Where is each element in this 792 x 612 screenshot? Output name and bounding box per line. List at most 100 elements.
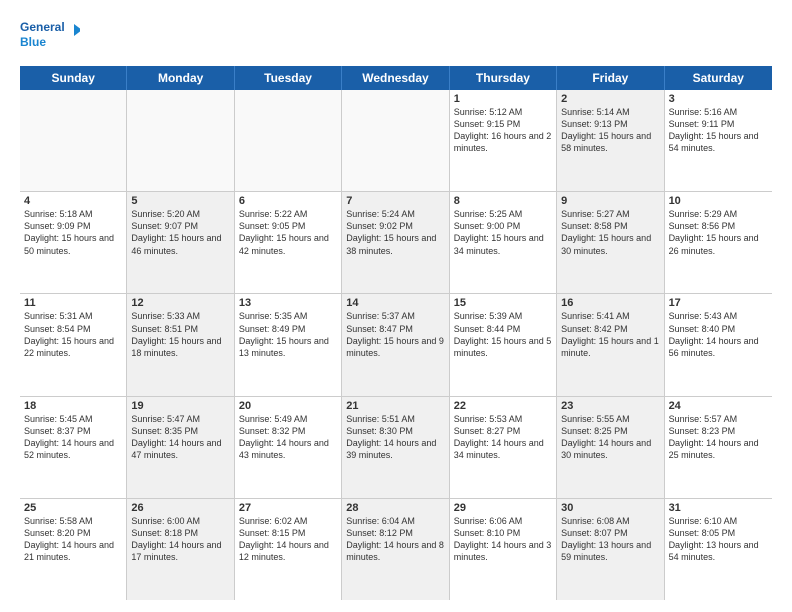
week-row-4: 25Sunrise: 5:58 AM Sunset: 8:20 PM Dayli… — [20, 499, 772, 600]
day-info: Sunrise: 6:10 AM Sunset: 8:05 PM Dayligh… — [669, 515, 768, 564]
day-info: Sunrise: 5:24 AM Sunset: 9:02 PM Dayligh… — [346, 208, 444, 257]
day-info: Sunrise: 5:25 AM Sunset: 9:00 PM Dayligh… — [454, 208, 552, 257]
day-cell-22: 22Sunrise: 5:53 AM Sunset: 8:27 PM Dayli… — [450, 397, 557, 498]
day-cell-27: 27Sunrise: 6:02 AM Sunset: 8:15 PM Dayli… — [235, 499, 342, 600]
day-cell-21: 21Sunrise: 5:51 AM Sunset: 8:30 PM Dayli… — [342, 397, 449, 498]
day-cell-3: 3Sunrise: 5:16 AM Sunset: 9:11 PM Daylig… — [665, 90, 772, 191]
day-info: Sunrise: 6:02 AM Sunset: 8:15 PM Dayligh… — [239, 515, 337, 564]
day-number: 21 — [346, 400, 444, 412]
day-cell-8: 8Sunrise: 5:25 AM Sunset: 9:00 PM Daylig… — [450, 192, 557, 293]
header-day-saturday: Saturday — [665, 66, 772, 90]
day-cell-12: 12Sunrise: 5:33 AM Sunset: 8:51 PM Dayli… — [127, 294, 234, 395]
day-cell-15: 15Sunrise: 5:39 AM Sunset: 8:44 PM Dayli… — [450, 294, 557, 395]
day-cell-30: 30Sunrise: 6:08 AM Sunset: 8:07 PM Dayli… — [557, 499, 664, 600]
day-info: Sunrise: 5:57 AM Sunset: 8:23 PM Dayligh… — [669, 413, 768, 462]
day-number: 28 — [346, 502, 444, 514]
header-day-friday: Friday — [557, 66, 664, 90]
day-number: 4 — [24, 195, 122, 207]
day-cell-26: 26Sunrise: 6:00 AM Sunset: 8:18 PM Dayli… — [127, 499, 234, 600]
day-info: Sunrise: 5:33 AM Sunset: 8:51 PM Dayligh… — [131, 310, 229, 359]
day-cell-31: 31Sunrise: 6:10 AM Sunset: 8:05 PM Dayli… — [665, 499, 772, 600]
day-info: Sunrise: 6:08 AM Sunset: 8:07 PM Dayligh… — [561, 515, 659, 564]
day-number: 29 — [454, 502, 552, 514]
day-cell-5: 5Sunrise: 5:20 AM Sunset: 9:07 PM Daylig… — [127, 192, 234, 293]
day-number: 19 — [131, 400, 229, 412]
day-info: Sunrise: 5:51 AM Sunset: 8:30 PM Dayligh… — [346, 413, 444, 462]
header-day-monday: Monday — [127, 66, 234, 90]
day-cell-11: 11Sunrise: 5:31 AM Sunset: 8:54 PM Dayli… — [20, 294, 127, 395]
day-number: 11 — [24, 297, 122, 309]
day-info: Sunrise: 5:43 AM Sunset: 8:40 PM Dayligh… — [669, 310, 768, 359]
svg-text:General: General — [20, 20, 65, 34]
day-cell-18: 18Sunrise: 5:45 AM Sunset: 8:37 PM Dayli… — [20, 397, 127, 498]
day-cell-29: 29Sunrise: 6:06 AM Sunset: 8:10 PM Dayli… — [450, 499, 557, 600]
day-number: 14 — [346, 297, 444, 309]
week-row-0: 1Sunrise: 5:12 AM Sunset: 9:15 PM Daylig… — [20, 90, 772, 192]
day-info: Sunrise: 5:35 AM Sunset: 8:49 PM Dayligh… — [239, 310, 337, 359]
day-info: Sunrise: 5:41 AM Sunset: 8:42 PM Dayligh… — [561, 310, 659, 359]
day-number: 31 — [669, 502, 768, 514]
header: General Blue — [20, 16, 772, 56]
day-cell-20: 20Sunrise: 5:49 AM Sunset: 8:32 PM Dayli… — [235, 397, 342, 498]
day-info: Sunrise: 5:22 AM Sunset: 9:05 PM Dayligh… — [239, 208, 337, 257]
day-info: Sunrise: 6:06 AM Sunset: 8:10 PM Dayligh… — [454, 515, 552, 564]
week-row-2: 11Sunrise: 5:31 AM Sunset: 8:54 PM Dayli… — [20, 294, 772, 396]
day-number: 20 — [239, 400, 337, 412]
day-cell-4: 4Sunrise: 5:18 AM Sunset: 9:09 PM Daylig… — [20, 192, 127, 293]
empty-cell-0-1 — [127, 90, 234, 191]
empty-cell-0-3 — [342, 90, 449, 191]
day-info: Sunrise: 5:37 AM Sunset: 8:47 PM Dayligh… — [346, 310, 444, 359]
day-number: 12 — [131, 297, 229, 309]
day-info: Sunrise: 5:45 AM Sunset: 8:37 PM Dayligh… — [24, 413, 122, 462]
day-info: Sunrise: 5:58 AM Sunset: 8:20 PM Dayligh… — [24, 515, 122, 564]
day-number: 7 — [346, 195, 444, 207]
day-info: Sunrise: 5:55 AM Sunset: 8:25 PM Dayligh… — [561, 413, 659, 462]
day-cell-10: 10Sunrise: 5:29 AM Sunset: 8:56 PM Dayli… — [665, 192, 772, 293]
logo-svg: General Blue — [20, 16, 80, 56]
day-info: Sunrise: 5:14 AM Sunset: 9:13 PM Dayligh… — [561, 106, 659, 155]
calendar-body: 1Sunrise: 5:12 AM Sunset: 9:15 PM Daylig… — [20, 90, 772, 600]
day-info: Sunrise: 5:20 AM Sunset: 9:07 PM Dayligh… — [131, 208, 229, 257]
day-cell-25: 25Sunrise: 5:58 AM Sunset: 8:20 PM Dayli… — [20, 499, 127, 600]
day-cell-14: 14Sunrise: 5:37 AM Sunset: 8:47 PM Dayli… — [342, 294, 449, 395]
day-number: 17 — [669, 297, 768, 309]
day-cell-7: 7Sunrise: 5:24 AM Sunset: 9:02 PM Daylig… — [342, 192, 449, 293]
day-info: Sunrise: 5:16 AM Sunset: 9:11 PM Dayligh… — [669, 106, 768, 155]
empty-cell-0-0 — [20, 90, 127, 191]
day-info: Sunrise: 5:27 AM Sunset: 8:58 PM Dayligh… — [561, 208, 659, 257]
header-day-wednesday: Wednesday — [342, 66, 449, 90]
day-info: Sunrise: 5:49 AM Sunset: 8:32 PM Dayligh… — [239, 413, 337, 462]
day-cell-9: 9Sunrise: 5:27 AM Sunset: 8:58 PM Daylig… — [557, 192, 664, 293]
day-cell-13: 13Sunrise: 5:35 AM Sunset: 8:49 PM Dayli… — [235, 294, 342, 395]
day-number: 27 — [239, 502, 337, 514]
day-number: 9 — [561, 195, 659, 207]
day-number: 26 — [131, 502, 229, 514]
day-number: 22 — [454, 400, 552, 412]
logo: General Blue — [20, 16, 80, 56]
day-number: 10 — [669, 195, 768, 207]
day-number: 1 — [454, 93, 552, 105]
svg-text:Blue: Blue — [20, 35, 46, 49]
day-number: 18 — [24, 400, 122, 412]
day-number: 25 — [24, 502, 122, 514]
day-info: Sunrise: 6:00 AM Sunset: 8:18 PM Dayligh… — [131, 515, 229, 564]
day-cell-6: 6Sunrise: 5:22 AM Sunset: 9:05 PM Daylig… — [235, 192, 342, 293]
calendar-header: SundayMondayTuesdayWednesdayThursdayFrid… — [20, 66, 772, 90]
day-cell-23: 23Sunrise: 5:55 AM Sunset: 8:25 PM Dayli… — [557, 397, 664, 498]
empty-cell-0-2 — [235, 90, 342, 191]
day-info: Sunrise: 5:31 AM Sunset: 8:54 PM Dayligh… — [24, 310, 122, 359]
header-day-thursday: Thursday — [450, 66, 557, 90]
day-info: Sunrise: 5:29 AM Sunset: 8:56 PM Dayligh… — [669, 208, 768, 257]
day-info: Sunrise: 5:39 AM Sunset: 8:44 PM Dayligh… — [454, 310, 552, 359]
day-cell-16: 16Sunrise: 5:41 AM Sunset: 8:42 PM Dayli… — [557, 294, 664, 395]
day-info: Sunrise: 6:04 AM Sunset: 8:12 PM Dayligh… — [346, 515, 444, 564]
day-number: 16 — [561, 297, 659, 309]
day-info: Sunrise: 5:12 AM Sunset: 9:15 PM Dayligh… — [454, 106, 552, 155]
day-info: Sunrise: 5:47 AM Sunset: 8:35 PM Dayligh… — [131, 413, 229, 462]
day-cell-28: 28Sunrise: 6:04 AM Sunset: 8:12 PM Dayli… — [342, 499, 449, 600]
day-number: 30 — [561, 502, 659, 514]
day-number: 13 — [239, 297, 337, 309]
day-number: 15 — [454, 297, 552, 309]
day-number: 23 — [561, 400, 659, 412]
day-info: Sunrise: 5:18 AM Sunset: 9:09 PM Dayligh… — [24, 208, 122, 257]
